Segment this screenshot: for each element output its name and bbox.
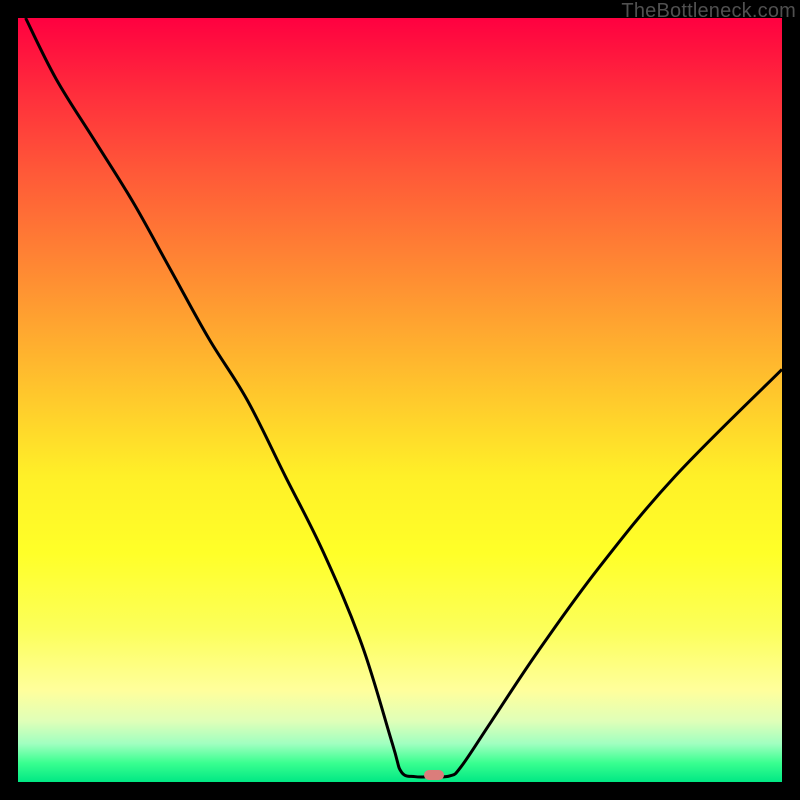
plot-area (18, 18, 782, 782)
curve-layer (18, 18, 782, 782)
bottleneck-curve (26, 18, 782, 777)
watermark-text: TheBottleneck.com (621, 0, 796, 23)
canvas: TheBottleneck.com (0, 0, 800, 800)
optimal-point-marker (424, 770, 444, 780)
